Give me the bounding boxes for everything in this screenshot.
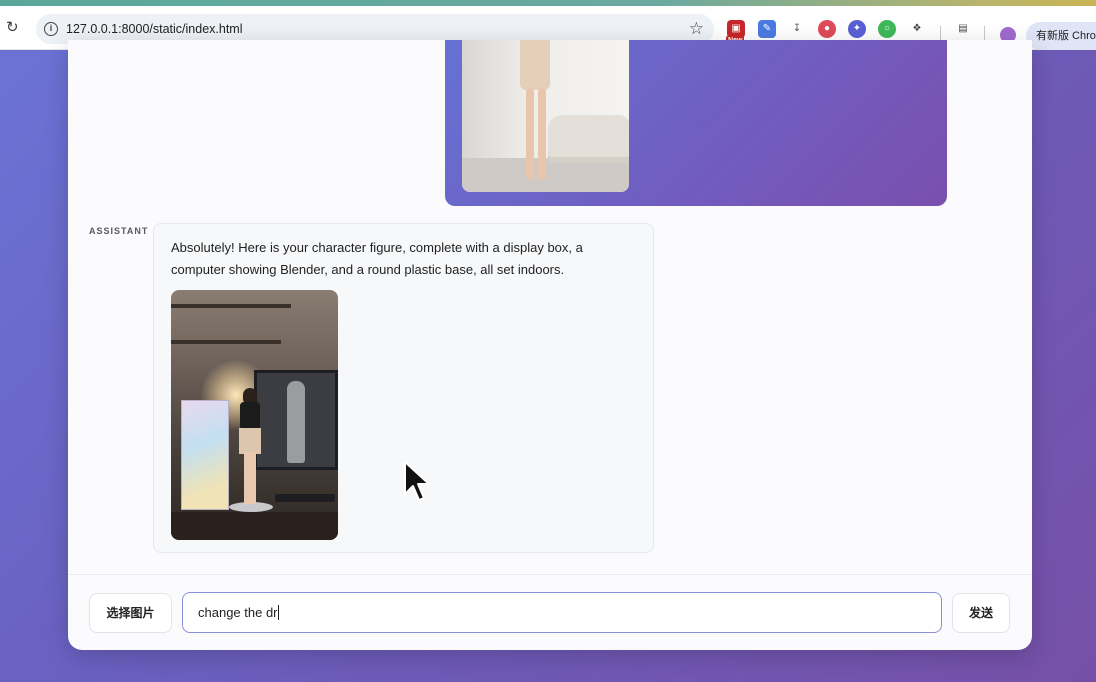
message-input[interactable] xyxy=(182,592,942,633)
extensions-puzzle-icon[interactable]: ❖ xyxy=(908,20,926,38)
mouse-pointer-icon xyxy=(404,461,430,501)
extension-green-icon[interactable]: ○ xyxy=(878,20,896,38)
image-monitor xyxy=(254,370,338,470)
image-skirt xyxy=(520,40,550,90)
image-keyboard xyxy=(275,494,335,502)
text-caret xyxy=(277,605,279,620)
message-input-value: change the dr xyxy=(198,605,279,620)
extension-red-icon[interactable]: ● xyxy=(818,20,836,38)
search-tab-icon[interactable]: ▤ xyxy=(954,20,972,38)
image-character-figure xyxy=(237,388,263,506)
chat-container: ASSISTANT Absolutely! Here is your chara… xyxy=(68,40,1032,650)
image-leg xyxy=(526,88,534,180)
extension-download-icon[interactable]: ↧ xyxy=(788,20,806,38)
composer-divider xyxy=(68,574,1032,575)
assistant-role-label: ASSISTANT xyxy=(89,226,149,236)
image-monitor-figure xyxy=(287,381,305,463)
figure-legs xyxy=(244,452,256,504)
image-sofa xyxy=(548,115,629,163)
reload-icon[interactable]: ↻ xyxy=(6,20,22,36)
bookmark-star-icon[interactable]: ☆ xyxy=(689,19,704,39)
image-shelf xyxy=(171,340,281,344)
image-leg xyxy=(538,88,546,180)
update-chrome-button[interactable]: 有新版 Chro xyxy=(1026,22,1096,50)
image-desk xyxy=(171,512,338,540)
user-uploaded-image[interactable] xyxy=(462,40,629,192)
send-button[interactable]: 发送 xyxy=(952,593,1010,633)
image-display-box xyxy=(181,400,229,510)
figure-top xyxy=(240,402,260,430)
image-shelf xyxy=(171,304,291,308)
site-info-icon[interactable]: i xyxy=(44,22,58,36)
extension-note-icon[interactable]: ✎ xyxy=(758,20,776,38)
figure-skirt xyxy=(239,428,261,454)
choose-image-button[interactable]: 选择图片 xyxy=(89,593,172,633)
extension-compass-icon[interactable]: ✦ xyxy=(848,20,866,38)
assistant-message-text: Absolutely! Here is your character figur… xyxy=(171,240,583,277)
assistant-generated-image[interactable] xyxy=(171,290,338,540)
address-url: 127.0.0.1:8000/static/index.html xyxy=(66,22,243,36)
user-message-bubble xyxy=(445,40,947,206)
